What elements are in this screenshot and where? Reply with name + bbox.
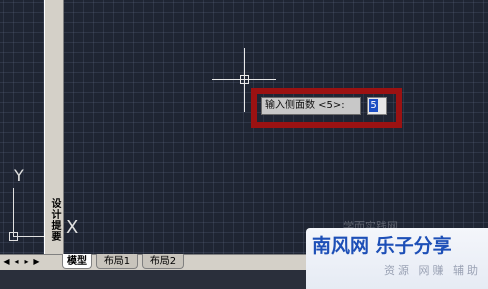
watermark-title: 南风网 乐子分享 — [312, 235, 452, 257]
ucs-origin-icon — [9, 232, 18, 241]
watermark-subtitle: 资源 网赚 辅助 — [384, 264, 481, 277]
tab-nav-prev-icon[interactable]: ◂ — [12, 256, 21, 268]
ucs-y-axis — [13, 188, 14, 236]
sides-input-value[interactable]: 5 — [369, 99, 378, 112]
tab-nav-first-icon[interactable]: ◀ — [2, 256, 11, 268]
ucs-y-label: Y — [14, 166, 24, 185]
tab-nav-last-icon[interactable]: ▶ — [32, 256, 41, 268]
dynamic-input-prompt: 输入侧面数 <5>: — [261, 97, 361, 115]
ucs-x-label: X — [66, 217, 79, 238]
tab-nav-next-icon[interactable]: ▸ — [22, 256, 31, 268]
tab-model[interactable]: 模型 — [62, 254, 92, 269]
tab-layout1[interactable]: 布局1 — [96, 254, 138, 269]
palette-title[interactable]: 设计提要 — [46, 190, 62, 250]
crosshair-pickbox — [240, 75, 249, 84]
tab-layout2[interactable]: 布局2 — [142, 254, 184, 269]
